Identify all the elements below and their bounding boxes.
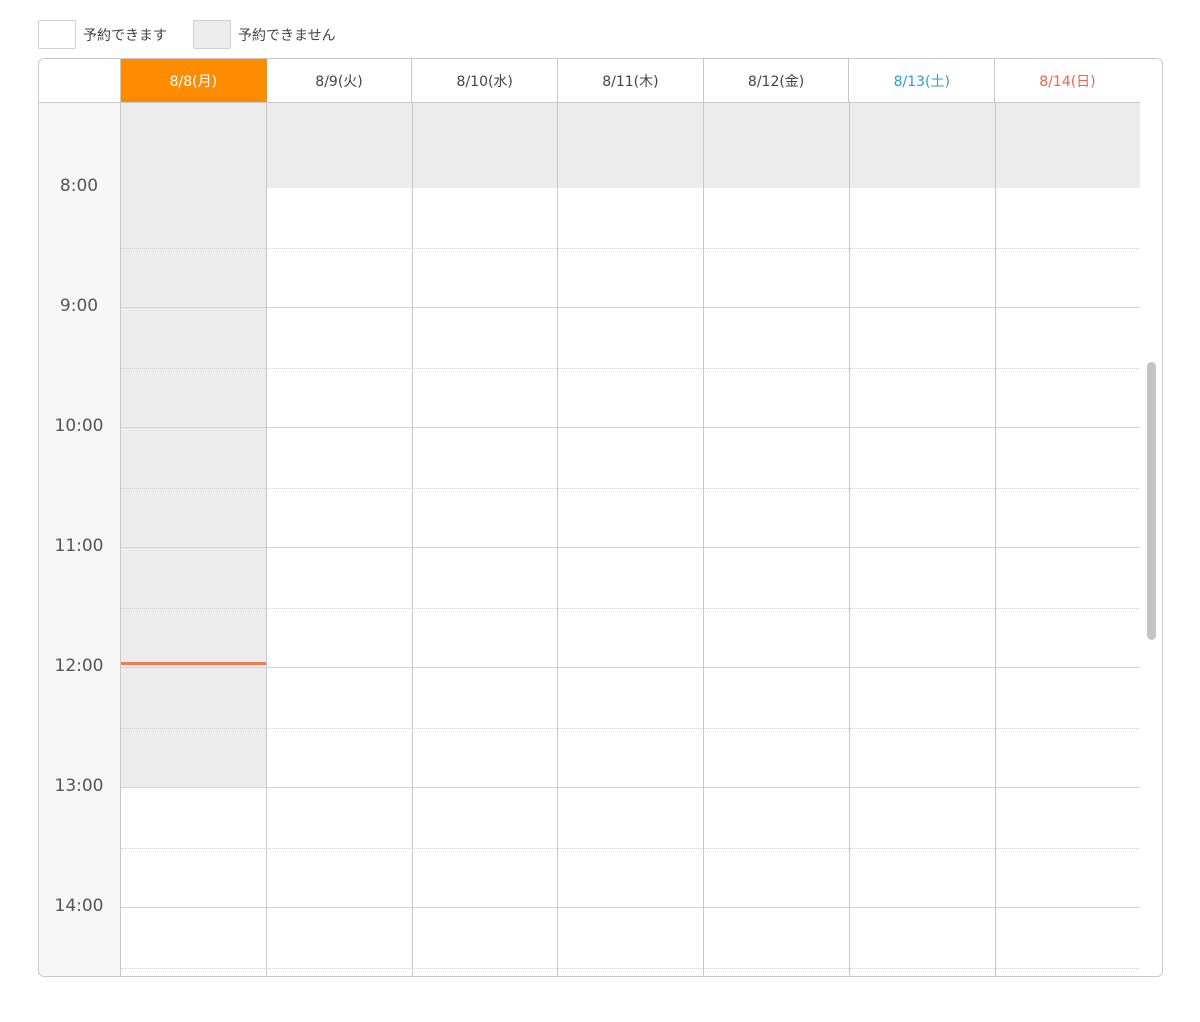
time-column: 8:00 9:00 10:00 11:00 12:00 13:00 14:00 bbox=[39, 103, 121, 976]
day-header-wed[interactable]: 8/10(水) bbox=[412, 59, 559, 102]
day-column-wed[interactable] bbox=[413, 103, 558, 976]
legend: 予約できます 予約できません bbox=[38, 19, 362, 50]
legend-available: 予約できます bbox=[38, 20, 167, 49]
day-column-sat[interactable] bbox=[850, 103, 996, 976]
day-column-mon[interactable] bbox=[121, 103, 267, 976]
time-label-12: 12:00 bbox=[54, 656, 104, 676]
available-swatch bbox=[38, 20, 76, 49]
time-label-9: 9:00 bbox=[59, 296, 99, 316]
day-header-fri[interactable]: 8/12(金) bbox=[703, 59, 850, 102]
time-label-14: 14:00 bbox=[54, 896, 104, 916]
legend-unavailable-label: 予約できません bbox=[238, 27, 336, 44]
time-grid[interactable] bbox=[121, 103, 1141, 976]
time-label-8: 8:00 bbox=[59, 176, 99, 196]
day-header-tue[interactable]: 8/9(火) bbox=[266, 59, 413, 102]
time-label-11: 11:00 bbox=[54, 536, 104, 556]
day-header-sun[interactable]: 8/14(日) bbox=[995, 59, 1141, 102]
calendar-header: 8/8(月) 8/9(火) 8/10(水) 8/11(木) 8/12(金) 8/… bbox=[39, 59, 1141, 103]
scrollbar-track[interactable] bbox=[1140, 59, 1162, 976]
legend-available-label: 予約できます bbox=[83, 27, 167, 44]
current-time-indicator bbox=[121, 662, 266, 665]
header-corner bbox=[39, 59, 121, 102]
calendar-body[interactable]: 8:00 9:00 10:00 11:00 12:00 13:00 14:00 bbox=[39, 103, 1141, 976]
time-label-10: 10:00 bbox=[54, 416, 104, 436]
day-column-fri[interactable] bbox=[704, 103, 850, 976]
scrollbar-thumb[interactable] bbox=[1147, 362, 1156, 640]
day-header-sat[interactable]: 8/13(土) bbox=[849, 59, 996, 102]
legend-unavailable: 予約できません bbox=[193, 20, 336, 49]
day-column-thu[interactable] bbox=[558, 103, 704, 976]
day-column-tue[interactable] bbox=[267, 103, 413, 976]
time-label-13: 13:00 bbox=[54, 776, 104, 796]
weekly-calendar: 8/8(月) 8/9(火) 8/10(水) 8/11(木) 8/12(金) 8/… bbox=[38, 58, 1163, 977]
day-header-mon[interactable]: 8/8(月) bbox=[121, 59, 267, 102]
unavailable-swatch bbox=[193, 20, 231, 49]
day-header-thu[interactable]: 8/11(木) bbox=[558, 59, 704, 102]
day-column-sun[interactable] bbox=[996, 103, 1141, 976]
